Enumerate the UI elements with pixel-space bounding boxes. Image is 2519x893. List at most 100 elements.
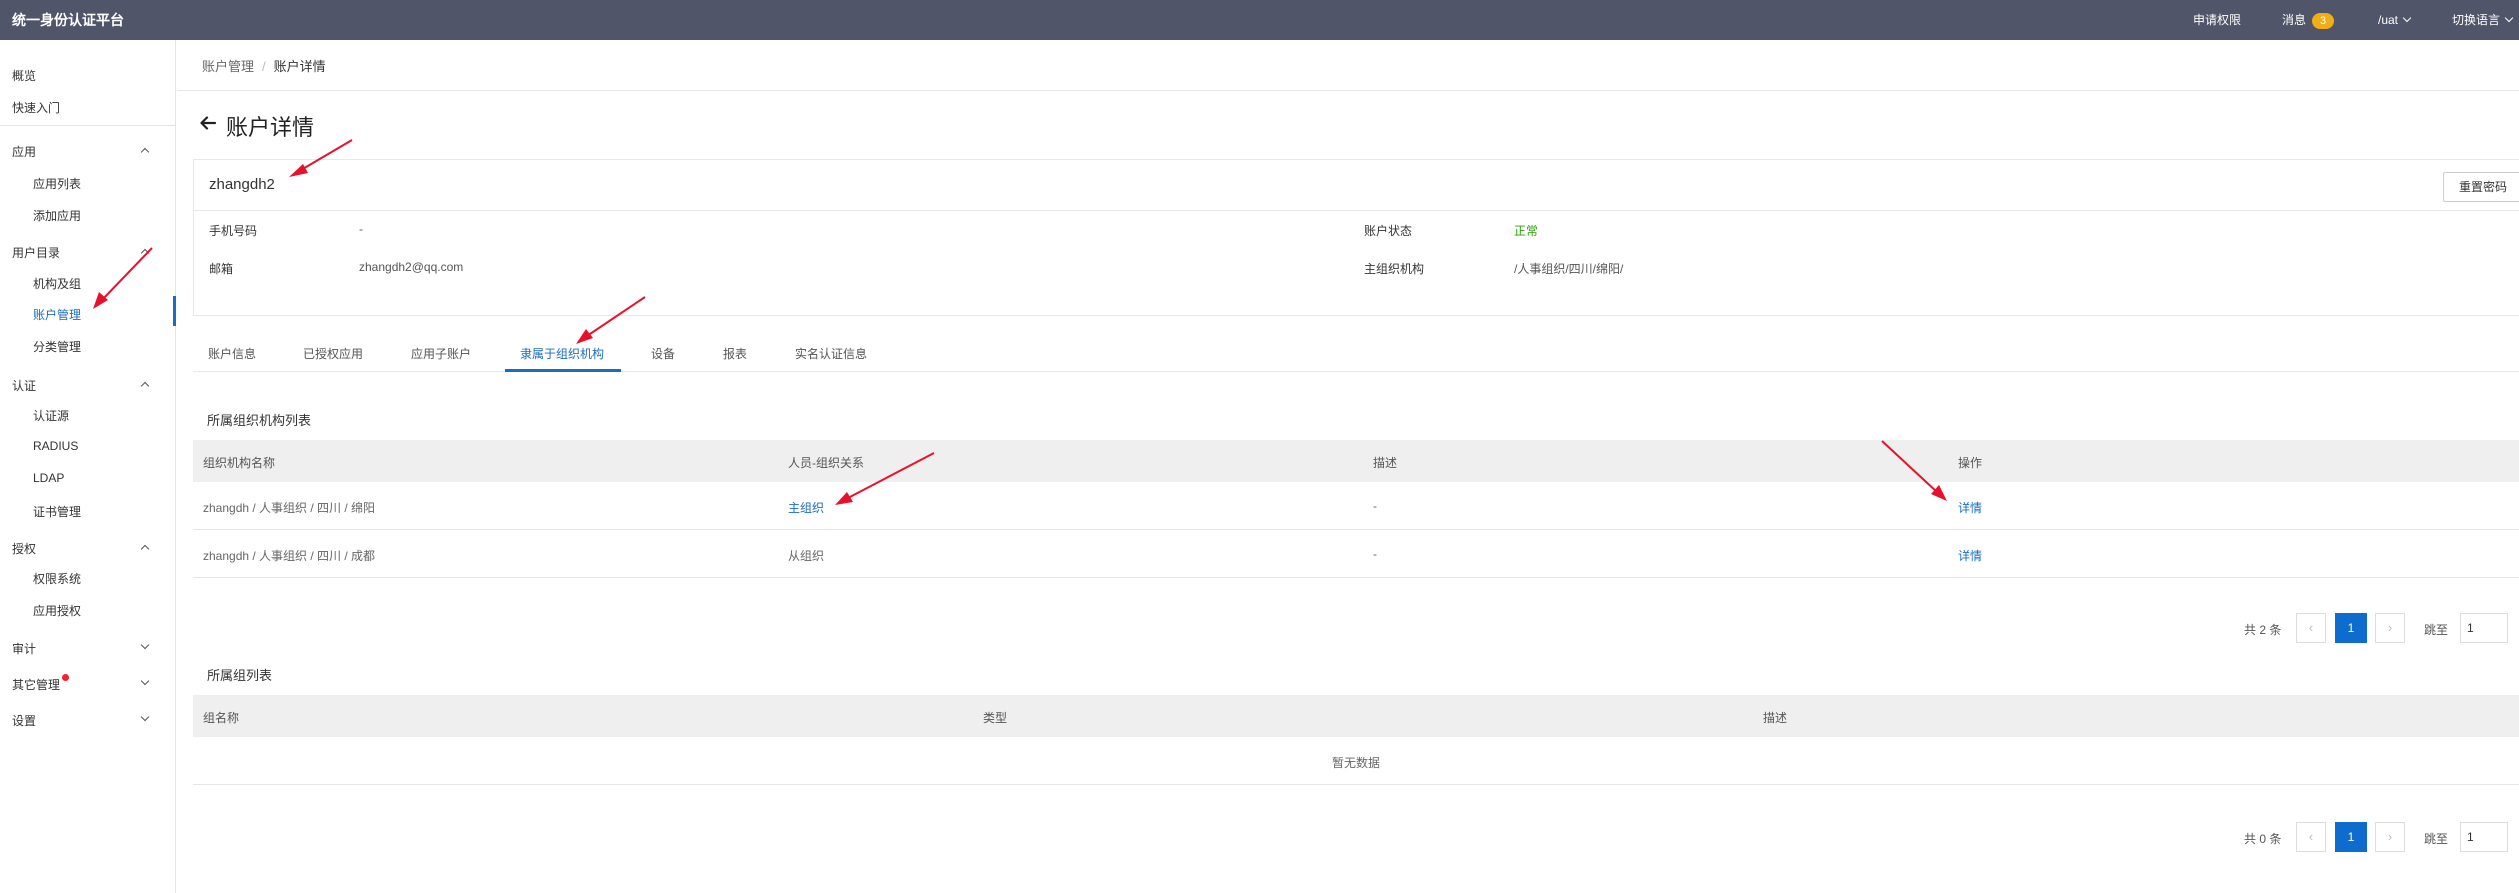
breadcrumb: 账户管理 / 账户详情 bbox=[202, 56, 326, 75]
table-header: 组名称 类型 描述 bbox=[193, 695, 2519, 737]
tab-reports[interactable]: 报表 bbox=[723, 342, 747, 372]
next-page-button[interactable]: › bbox=[2375, 613, 2405, 643]
brand-title: 统一身份认证平台 bbox=[12, 12, 124, 28]
column-header: 人员-组织关系 bbox=[788, 456, 864, 470]
tab-authorized-apps[interactable]: 已授权应用 bbox=[303, 342, 363, 372]
tab-organizations[interactable]: 隶属于组织机构 bbox=[520, 342, 604, 372]
table-row: 暂无数据 bbox=[193, 737, 2519, 785]
column-header: 组名称 bbox=[203, 711, 240, 725]
group-table: 组名称 类型 描述 暂无数据 bbox=[193, 695, 2519, 789]
group-list-title: 所属组列表 bbox=[207, 668, 273, 683]
sidebar-group-audit[interactable]: 审计 bbox=[12, 640, 150, 657]
language-dropdown[interactable]: 切换语言 bbox=[2452, 0, 2514, 40]
chevron-down-icon bbox=[2402, 13, 2412, 23]
status-label: 账户状态 bbox=[1364, 224, 1413, 238]
jump-page-input[interactable] bbox=[2460, 613, 2508, 643]
apply-permission-link[interactable]: 申请权限 bbox=[2193, 0, 2241, 40]
chevron-up-icon bbox=[140, 248, 150, 258]
org-detail-link[interactable]: 详情 bbox=[1958, 547, 1982, 564]
tab-bar: 账户信息 已授权应用 应用子账户 隶属于组织机构 设备 报表 实名认证信息 bbox=[193, 342, 2519, 372]
tab-devices[interactable]: 设备 bbox=[651, 342, 675, 372]
sidebar-item-app-authorization[interactable]: 应用授权 bbox=[33, 602, 81, 619]
jump-label: 跳至 bbox=[2424, 623, 2449, 637]
sidebar-group-label: 用户目录 bbox=[12, 246, 61, 260]
sidebar-group-settings[interactable]: 设置 bbox=[12, 712, 150, 729]
sidebar-group-label: 设置 bbox=[12, 714, 37, 728]
tab-active-indicator bbox=[505, 369, 621, 372]
table-row: zhangdh / 人事组织 / 四川 / 绵阳 主组织 - 详情 bbox=[193, 482, 2519, 530]
sidebar-item-account-management[interactable]: 账户管理 bbox=[33, 306, 81, 323]
primary-org-value: /人事组织/四川/绵阳/ bbox=[1514, 262, 1624, 276]
prev-page-button[interactable]: ‹ bbox=[2296, 613, 2326, 643]
breadcrumb-divider bbox=[177, 90, 2519, 91]
tab-real-name-verification[interactable]: 实名认证信息 bbox=[795, 342, 867, 372]
sidebar-item-overview[interactable]: 概览 bbox=[12, 67, 36, 84]
primary-org-label: 主组织机构 bbox=[1364, 262, 1425, 276]
sidebar-group-apps[interactable]: 应用 bbox=[12, 143, 150, 160]
email-label: 邮箱 bbox=[209, 262, 234, 276]
back-arrow-icon[interactable] bbox=[198, 113, 218, 133]
org-detail-link[interactable]: 详情 bbox=[1958, 499, 1982, 516]
chevron-down-icon bbox=[140, 640, 150, 650]
language-label: 切换语言 bbox=[2452, 13, 2501, 27]
org-pagination: 共 2 条 ‹ 1 › 跳至 bbox=[2244, 613, 2514, 643]
chevron-up-icon bbox=[140, 147, 150, 157]
column-header: 操作 bbox=[1958, 456, 1983, 470]
sidebar-item-permission-system[interactable]: 权限系统 bbox=[33, 570, 81, 587]
page-number-button[interactable]: 1 bbox=[2335, 613, 2367, 643]
group-pagination: 共 0 条 ‹ 1 › 跳至 bbox=[2244, 822, 2514, 852]
phone-value: - bbox=[359, 222, 363, 236]
sidebar-item-app-list[interactable]: 应用列表 bbox=[33, 175, 81, 192]
sidebar-active-indicator bbox=[173, 296, 176, 326]
sidebar-item-quick-start[interactable]: 快速入门 bbox=[12, 99, 60, 116]
notification-dot bbox=[62, 674, 70, 681]
reset-password-button[interactable]: 重置密码 bbox=[2443, 172, 2519, 202]
sidebar-group-label: 其它管理 bbox=[12, 678, 61, 692]
page-title: 账户详情 bbox=[226, 115, 315, 140]
sidebar-item-category-management[interactable]: 分类管理 bbox=[33, 338, 81, 355]
sidebar-group-other[interactable]: 其它管理 bbox=[12, 674, 150, 693]
breadcrumb-parent[interactable]: 账户管理 bbox=[202, 59, 254, 74]
column-header: 类型 bbox=[983, 711, 1008, 725]
sidebar-group-authorization[interactable]: 授权 bbox=[12, 540, 150, 557]
page-number-button[interactable]: 1 bbox=[2335, 822, 2367, 852]
pagination-total: 共 0 条 bbox=[2244, 832, 2282, 846]
sidebar-group-label: 应用 bbox=[12, 145, 37, 159]
message-count-badge: 3 bbox=[2312, 12, 2335, 29]
status-value: 正常 bbox=[1514, 224, 1539, 238]
org-relation-link[interactable]: 主组织 bbox=[788, 499, 824, 516]
email-value: zhangdh2@qq.com bbox=[359, 260, 464, 274]
messages-link[interactable]: 消息 3 bbox=[2282, 0, 2335, 40]
tab-account-info[interactable]: 账户信息 bbox=[208, 342, 256, 372]
chevron-down-icon bbox=[140, 676, 150, 686]
sidebar-group-label: 授权 bbox=[12, 542, 37, 556]
column-header: 描述 bbox=[1373, 456, 1398, 470]
account-username: zhangdh2 bbox=[209, 176, 275, 193]
sidebar-item-auth-source[interactable]: 认证源 bbox=[33, 407, 69, 424]
sidebar-group-user-directory[interactable]: 用户目录 bbox=[12, 244, 150, 261]
sidebar-divider bbox=[0, 125, 176, 126]
sidebar-item-certificates[interactable]: 证书管理 bbox=[33, 503, 81, 520]
sidebar-item-radius[interactable]: RADIUS bbox=[33, 439, 78, 453]
jump-page-input[interactable] bbox=[2460, 822, 2508, 852]
column-header: 描述 bbox=[1763, 711, 1788, 725]
sidebar-item-ldap[interactable]: LDAP bbox=[33, 471, 64, 485]
tenant-dropdown[interactable]: /uat bbox=[2378, 0, 2412, 40]
phone-label: 手机号码 bbox=[209, 224, 258, 238]
sidebar-group-label: 认证 bbox=[12, 379, 37, 393]
prev-page-button[interactable]: ‹ bbox=[2296, 822, 2326, 852]
org-desc-cell: - bbox=[1373, 547, 1377, 561]
sidebar-group-label: 审计 bbox=[12, 642, 37, 656]
empty-state-text: 暂无数据 bbox=[1331, 756, 1380, 770]
tab-app-sub-accounts[interactable]: 应用子账户 bbox=[411, 342, 471, 372]
org-desc-cell: - bbox=[1373, 499, 1377, 513]
org-name-cell: zhangdh / 人事组织 / 四川 / 成都 bbox=[203, 549, 376, 563]
breadcrumb-current: 账户详情 bbox=[273, 59, 326, 74]
org-list-title: 所属组织机构列表 bbox=[207, 413, 312, 428]
sidebar-item-org-and-groups[interactable]: 机构及组 bbox=[33, 275, 81, 292]
sidebar-group-auth[interactable]: 认证 bbox=[12, 377, 150, 394]
pagination-total: 共 2 条 bbox=[2244, 623, 2282, 637]
sidebar-item-add-app[interactable]: 添加应用 bbox=[33, 207, 81, 224]
table-header: 组织机构名称 人员-组织关系 描述 操作 bbox=[193, 440, 2519, 482]
next-page-button[interactable]: › bbox=[2375, 822, 2405, 852]
